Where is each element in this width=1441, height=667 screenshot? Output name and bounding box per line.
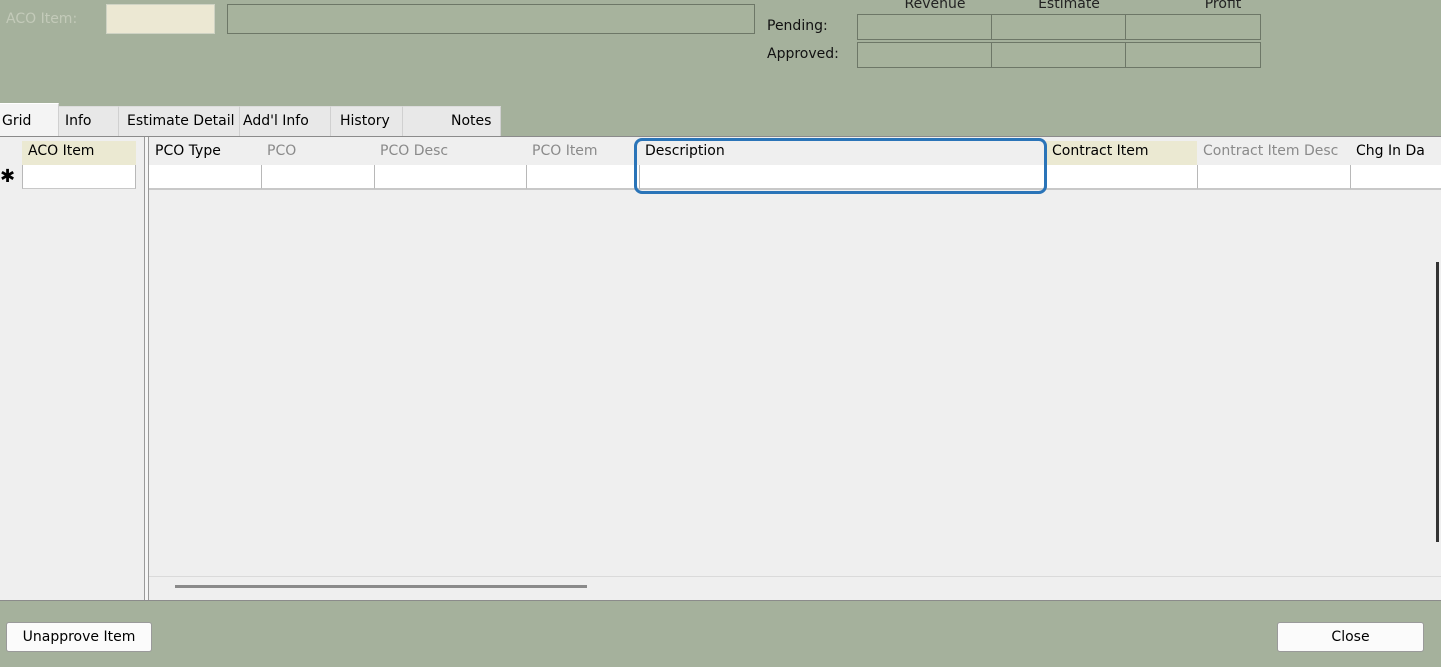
pending-revenue-field [857,14,992,40]
pco-item-new-cell[interactable] [526,165,639,189]
aco-item-column-header[interactable]: ACO Item [22,141,136,165]
contract-item-column-header[interactable]: Contract Item [1046,141,1197,165]
pending-profit-field [1125,14,1261,40]
tab-grid[interactable]: Grid [0,103,59,136]
contract-item-new-cell[interactable] [1046,165,1197,189]
approved-profit-field [1125,42,1261,68]
grid-panel [0,136,1441,601]
pco-desc-new-cell[interactable] [374,165,526,189]
tab-addl-info[interactable]: Add'l Info [240,106,331,136]
close-button[interactable]: Close [1277,622,1424,652]
approved-estimate-field [991,42,1126,68]
pending-estimate-field [991,14,1126,40]
pending-label: Pending: [767,18,828,34]
aco-item-label: ACO Item: [6,11,78,27]
chg-in-date-column-header[interactable]: Chg In Da [1350,141,1441,165]
revenue-column-header: Revenue [904,0,966,12]
approved-label: Approved: [767,46,839,62]
tab-notes[interactable]: Notes [403,106,501,136]
tab-info[interactable]: Info [59,106,119,136]
pco-column-header[interactable]: PCO [261,141,374,165]
frozen-column-pane [0,137,145,600]
aco-item-field[interactable] [106,4,215,34]
approved-revenue-field [857,42,992,68]
estimate-column-header: Estimate [1038,0,1100,12]
window-edge [1436,262,1439,542]
tab-history[interactable]: History [331,106,403,136]
aco-item-new-cell[interactable] [22,165,136,189]
description-column-highlight [634,138,1047,194]
pco-new-cell[interactable] [261,165,374,189]
aco-description-field[interactable] [227,4,755,34]
new-row-marker: ✱ [0,166,16,187]
tab-estimate-detail[interactable]: Estimate Detail [119,106,240,136]
pco-type-new-cell[interactable] [149,165,261,189]
contract-item-desc-column-header[interactable]: Contract Item Desc [1197,141,1350,165]
horizontal-scrollbar[interactable] [149,576,1441,600]
pco-item-column-header[interactable]: PCO Item [526,141,638,165]
pane-splitter[interactable] [145,137,149,600]
chg-in-date-new-cell[interactable] [1350,165,1441,189]
profit-column-header: Profit [1204,0,1242,12]
pco-desc-column-header[interactable]: PCO Desc [374,141,526,165]
unapprove-item-button[interactable]: Unapprove Item [6,622,152,652]
horizontal-scrollbar-thumb[interactable] [175,585,587,588]
contract-item-desc-new-cell[interactable] [1197,165,1350,189]
pco-type-column-header[interactable]: PCO Type [149,141,261,165]
